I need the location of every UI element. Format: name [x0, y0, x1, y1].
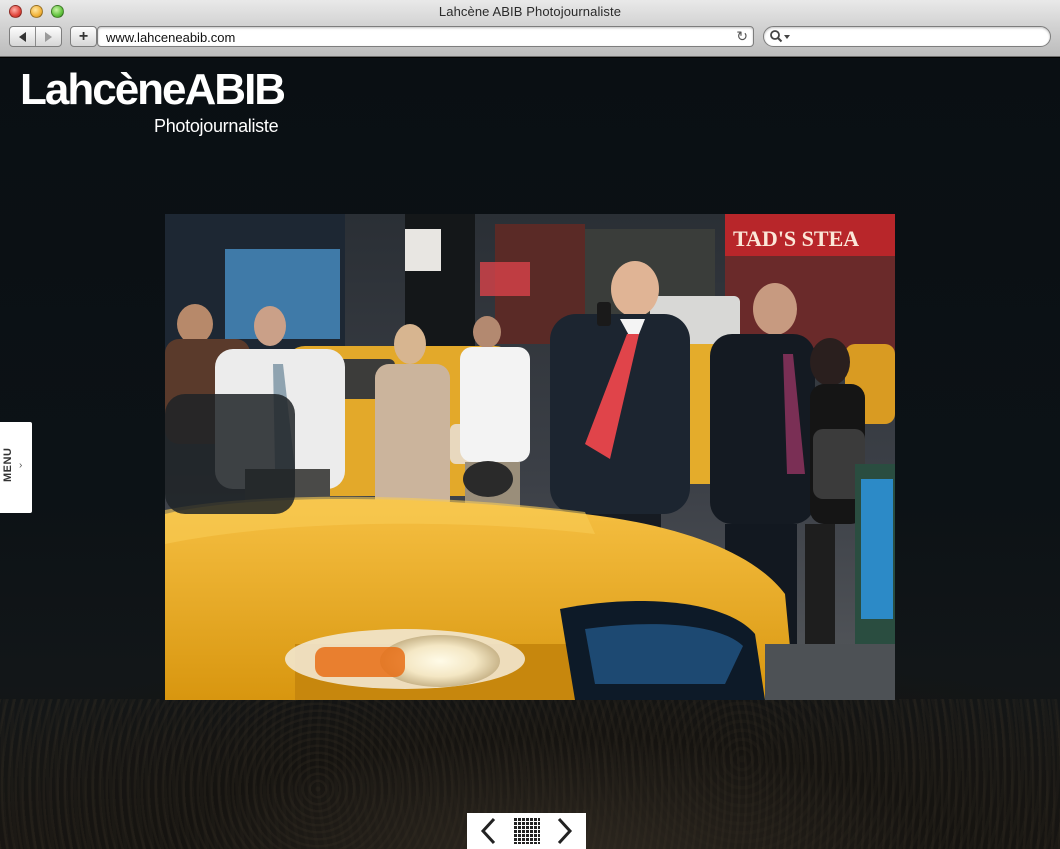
street-scene-photo: TAD'S STEA [165, 214, 895, 700]
menu-tab[interactable]: MENU › [0, 422, 32, 513]
site-logo-subtitle: Photojournaliste [154, 116, 279, 136]
forward-button[interactable] [35, 27, 61, 46]
search-icon [770, 30, 790, 43]
reload-icon[interactable]: ↻ [736, 28, 748, 45]
chevron-left-icon[interactable] [479, 817, 499, 845]
back-arrow-icon [19, 31, 26, 42]
address-bar[interactable]: www.lahceneabib.com ↻ [97, 26, 754, 47]
forward-arrow-icon [45, 31, 52, 42]
back-button[interactable] [10, 27, 35, 46]
search-field[interactable] [763, 26, 1051, 47]
gallery-photo[interactable]: TAD'S STEA [165, 214, 895, 700]
url-text: www.lahceneabib.com [106, 30, 236, 45]
window-titlebar: Lahcène ABIB Photojournaliste + www.lahc… [0, 0, 1060, 57]
chevron-right-icon[interactable] [554, 817, 574, 845]
window-title: Lahcène ABIB Photojournaliste [438, 4, 622, 19]
gallery-pager [467, 813, 586, 849]
grid-icon[interactable] [513, 817, 541, 845]
add-bookmark-button[interactable]: + [70, 26, 97, 47]
site-logo[interactable]: LahcèneABIB [20, 68, 286, 112]
storefront-sign: TAD'S STEA [733, 226, 859, 251]
page-body: LahcèneABIB Photojournaliste MENU › TAD'… [0, 58, 1060, 849]
chevron-right-icon: › [19, 460, 23, 471]
history-nav [9, 26, 62, 47]
